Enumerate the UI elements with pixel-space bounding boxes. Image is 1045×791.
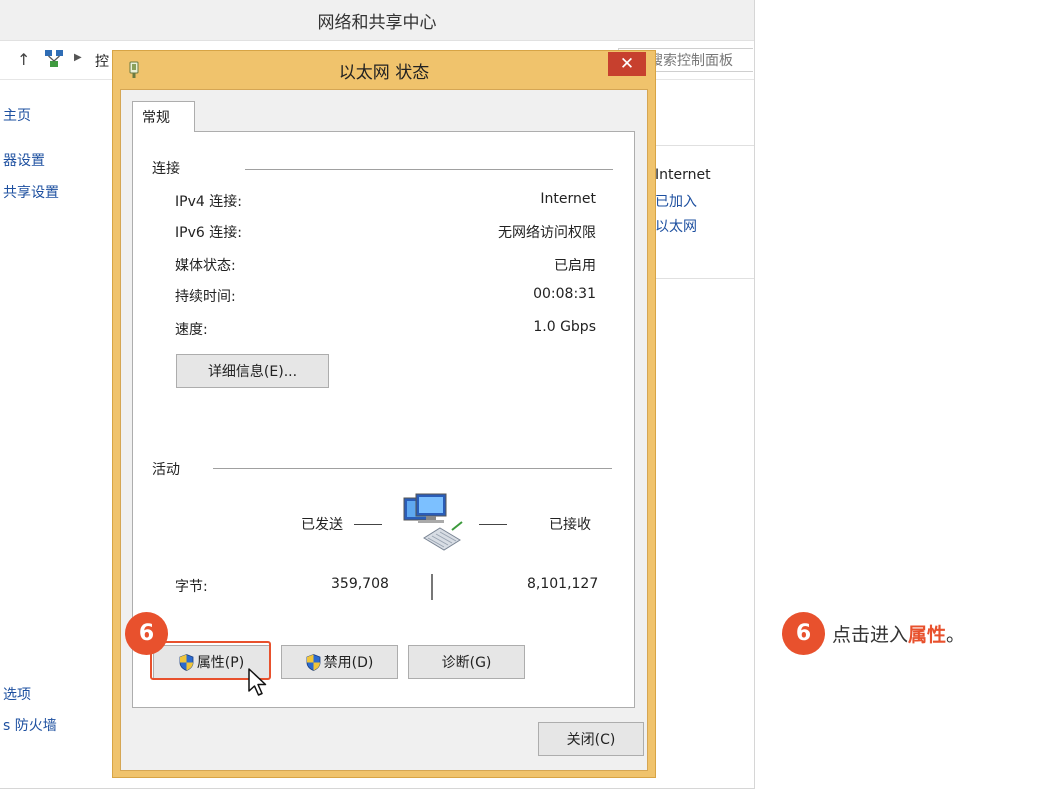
received-dash xyxy=(479,524,507,525)
sidebar-item-firewall[interactable]: s 防火墙 xyxy=(3,715,57,735)
ipv4-label: IPv4 连接: xyxy=(175,194,242,210)
panel-divider xyxy=(655,278,754,279)
duration-label: 持续时间: xyxy=(175,289,236,305)
media-state-value: 已启用 xyxy=(554,258,596,274)
annotation-text-before: 点击进入 xyxy=(832,624,909,646)
network-icon xyxy=(45,50,63,67)
media-state-label: 媒体状态: xyxy=(175,258,236,274)
sidebar-item-sharing-settings[interactable]: 共享设置 xyxy=(3,182,59,202)
up-arrow-icon[interactable]: ↑ xyxy=(17,50,30,69)
mouse-cursor-icon xyxy=(248,668,267,696)
sidebar-item-options[interactable]: 选项 xyxy=(3,684,31,704)
dialog-title: 以太网 状态 xyxy=(338,62,430,83)
duration-value: 00:08:31 xyxy=(533,286,596,302)
sent-label: 已发送 xyxy=(301,517,343,533)
close-icon[interactable]: ✕ xyxy=(608,52,646,76)
window-title: 网络和共享中心 xyxy=(0,0,754,41)
tab-general[interactable]: 常规 xyxy=(132,101,195,132)
step-badge: 6 xyxy=(782,612,825,655)
ipv6-label: IPv6 连接: xyxy=(175,225,242,241)
step-badge: 6 xyxy=(125,612,168,655)
group-divider xyxy=(213,468,612,469)
annotation-text: 点击进入属性。 xyxy=(832,620,965,647)
received-label: 已接收 xyxy=(549,517,591,533)
speed-value: 1.0 Gbps xyxy=(533,319,596,335)
disable-button[interactable]: 禁用(D) xyxy=(281,645,398,679)
activity-group-label: 活动 xyxy=(152,462,180,478)
network-computers-icon xyxy=(403,493,463,551)
close-button[interactable]: 关闭(C) xyxy=(538,722,644,756)
bytes-separator xyxy=(431,574,433,600)
tab-panel-general: 连接 IPv4 连接: Internet IPv6 连接: 无网络访问权限 媒体… xyxy=(132,131,635,708)
ipv4-value: Internet xyxy=(540,191,596,207)
bytes-label: 字节: xyxy=(175,579,208,595)
homegroup-link[interactable]: 已加入 xyxy=(655,191,697,211)
step-annotation: 6 点击进入属性。 xyxy=(782,612,965,655)
connection-group-label: 连接 xyxy=(152,161,180,177)
breadcrumb[interactable]: 控 xyxy=(95,51,109,71)
access-type-value: Internet xyxy=(655,167,711,183)
sent-dash xyxy=(354,524,382,525)
ethernet-link[interactable]: 以太网 xyxy=(655,216,697,236)
sidebar-item-adapter-settings[interactable]: 器设置 xyxy=(3,150,45,170)
bytes-received-value: 8,101,127 xyxy=(527,576,599,592)
annotation-emphasis: 属性 xyxy=(908,624,947,646)
details-button[interactable]: 详细信息(E)... xyxy=(176,354,329,388)
breadcrumb-chevron-icon: ▶ xyxy=(74,52,82,63)
group-divider xyxy=(245,169,613,170)
bytes-sent-value: 359,708 xyxy=(331,576,389,592)
disable-button-label: 禁用(D) xyxy=(323,655,374,671)
diagnose-button[interactable]: 诊断(G) xyxy=(408,645,525,679)
sidebar-item-home[interactable]: 主页 xyxy=(3,105,31,125)
annotation-text-after: 。 xyxy=(946,624,966,646)
ipv6-value: 无网络访问权限 xyxy=(498,225,596,241)
panel-divider xyxy=(655,145,754,146)
speed-label: 速度: xyxy=(175,322,208,338)
uac-shield-icon xyxy=(306,653,321,671)
